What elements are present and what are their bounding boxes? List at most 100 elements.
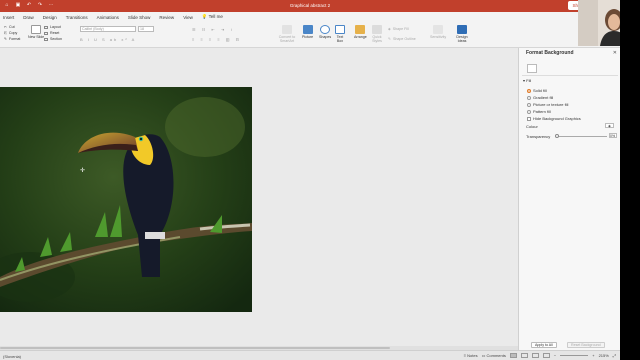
picture-label: Picture [302,35,314,39]
notes-label: Notes [467,353,478,358]
notes-button[interactable]: ≡ Notes [464,353,478,358]
transparency-slider[interactable] [557,136,607,137]
scrollbar-thumb[interactable] [0,347,390,349]
tab-design[interactable]: Design [43,15,57,20]
new-slide-icon [31,25,42,34]
solid-fill-radio[interactable] [527,88,531,93]
new-slide-label: New Slide [28,35,45,39]
convert-to-smartart-button[interactable]: Convert to SmartArt [274,25,300,43]
presenter-video [578,0,620,46]
sensitivity-button[interactable]: Sensitivity [430,25,446,39]
tell-me-label: Tell me [208,14,223,19]
font-format-buttons[interactable]: B I U S ab x² A [80,37,136,42]
layout-icon [44,25,48,29]
slide-image-toucan[interactable]: ✛ [0,87,252,360]
slideshow-button[interactable] [542,353,550,358]
font-size-field[interactable]: 18 [138,26,154,32]
close-icon[interactable]: ✕ [613,50,617,56]
tab-slide-show[interactable]: Slide Show [128,15,151,20]
shape-fill-button[interactable]: ◈ Shape Fill [388,26,416,32]
transparency-input[interactable]: 0% [609,133,617,138]
screen-edge [620,0,640,360]
shape-outline-button[interactable]: ✎ Shape Outline [388,36,416,42]
colour-label: Colour [526,124,538,129]
smartart-label: Convert to SmartArt [278,35,296,43]
transparency-label: Transparency [526,134,551,139]
zoom-slider[interactable] [560,355,589,356]
arrange-button[interactable]: Arrange [354,25,367,39]
tell-me-search[interactable]: 💡 Tell me [202,14,223,20]
zoom-level[interactable]: 215% [599,353,609,358]
shapes-label: Shapes [319,35,332,39]
slides-group: Layout Reset Section [44,24,62,42]
reading-view-button[interactable] [531,353,539,358]
quick-styles-label: Quick Styles [372,35,382,43]
font-name-field[interactable]: Calibri (Body) [80,26,136,32]
zoom-out-icon[interactable]: − [554,353,556,358]
picture-fill-option[interactable]: Picture or texture fill [527,102,568,107]
list-buttons[interactable]: ☰ ☷ ⇤ ⇥ ↕ [192,27,235,32]
tab-animations[interactable]: Animations [97,15,119,20]
tab-insert[interactable]: Insert [3,15,14,20]
reset-background-button[interactable]: Reset Background [567,342,605,348]
paint-bucket-icon: ◈ [608,124,611,128]
quick-styles-button[interactable]: Quick Styles [371,25,383,43]
cursor-icon: ✛ [80,168,86,174]
colour-picker-button[interactable]: ◈ [605,123,614,128]
hide-background-graphics-option[interactable]: Hide Background Graphics [527,116,581,121]
gradient-fill-radio[interactable] [527,95,531,100]
design-ideas-button[interactable]: Design Ideas [456,25,468,43]
quick-styles-icon [372,25,382,34]
slide-editor[interactable]: ✛ [0,48,518,350]
lightbulb-icon: 💡 [201,14,208,19]
design-ideas-icon [457,25,467,34]
pattern-fill-option[interactable]: Pattern fill [527,109,551,114]
fill-section-header[interactable]: ▾ Fill [523,78,531,83]
alignment-buttons[interactable]: ≡ ≡ ≡ ≡ ▥ ⊟ [192,37,242,42]
tab-draw[interactable]: Draw [23,15,34,20]
zoom-in-icon[interactable]: + [592,353,594,358]
hide-graphics-label: Hide Background Graphics [533,116,581,121]
document-title: Graphical abstract 2 [289,3,331,8]
paint-bucket-icon: ◈ [388,27,391,31]
text-box-button[interactable]: Text Box [335,25,345,43]
tab-review[interactable]: Review [159,15,174,20]
comments-button[interactable]: ▭ Comments [482,353,506,358]
ribbon-tabs: Insert Draw Design Transitions Animation… [0,12,620,22]
reset-icon [44,31,48,35]
status-bar: (Slovenia) ≡ Notes ▭ Comments − + 215% ⤢ [0,350,620,360]
picture-button[interactable]: Picture [302,25,313,39]
hide-graphics-checkbox[interactable] [527,116,531,121]
fit-to-window-icon[interactable]: ⤢ [613,353,616,358]
tab-transitions[interactable]: Transitions [66,15,88,20]
format-background-pane: Format Background ✕ ▾ Fill Solid fill Gr… [518,48,620,350]
notes-icon: ≡ [463,353,467,358]
powerpoint-window: ⌂ ▣ ↶ ↷ ⋯ Graphical abstract 2 Shar Inse… [0,0,620,360]
arrange-label: Arrange [354,35,367,39]
shape-format-group: ◈ Shape Fill ✎ Shape Outline [388,26,416,42]
normal-view-button[interactable] [509,353,517,358]
section-button[interactable]: Section [44,36,62,42]
sensitivity-label: Sensitivity [430,35,447,39]
collapse-arrow-icon: ▾ [523,78,526,83]
pattern-fill-radio[interactable] [527,109,531,114]
status-right-controls: ≡ Notes ▭ Comments − + 215% ⤢ [464,353,616,358]
shapes-icon [320,25,331,34]
transparency-slider-handle[interactable] [555,134,559,138]
apply-to-all-button[interactable]: Apply to All [531,342,557,348]
picture-icon [302,25,313,34]
gradient-fill-option[interactable]: Gradient fill [527,95,553,100]
new-slide-button[interactable]: New Slide [28,25,44,39]
section-icon [44,37,48,41]
fill-bucket-icon[interactable] [527,64,537,73]
tab-view[interactable]: View [183,15,193,20]
pen-icon: ✎ [388,37,392,41]
language-indicator[interactable]: (Slovenia) [3,354,21,359]
solid-fill-option[interactable]: Solid fill [527,88,547,93]
pane-divider [522,75,618,76]
shapes-button[interactable]: Shapes [319,25,331,39]
slide-sorter-button[interactable] [520,353,528,358]
text-box-label: Text Box [336,35,344,43]
picture-fill-radio[interactable] [527,102,531,107]
format-painter-button[interactable]: ✎ Format [4,36,20,42]
